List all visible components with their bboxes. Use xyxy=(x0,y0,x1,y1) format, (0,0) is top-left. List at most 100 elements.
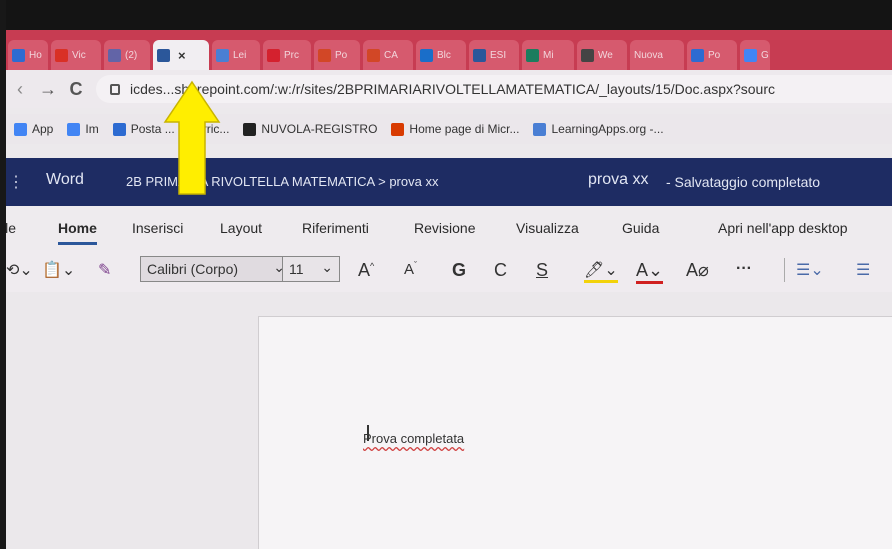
bullet-list-icon[interactable]: ☰⌄ xyxy=(796,260,824,280)
ribbon-tab[interactable]: Riferimenti xyxy=(302,220,369,236)
google-icon xyxy=(744,48,757,62)
reload-icon[interactable]: C xyxy=(62,79,90,100)
browser-tab[interactable]: × xyxy=(153,40,209,70)
tab-label: Lei xyxy=(233,49,247,61)
browser-tab[interactable]: G xyxy=(740,40,770,70)
font-size-value: 11 xyxy=(289,261,304,277)
italic-button[interactable]: C xyxy=(494,260,507,281)
ribbon-tab[interactable]: Revisione xyxy=(414,220,475,236)
browser-tab[interactable]: (2) xyxy=(104,40,150,70)
more-options-icon[interactable]: ··· xyxy=(736,260,752,278)
close-tab-icon[interactable]: × xyxy=(178,48,186,63)
cloud-icon xyxy=(243,122,257,136)
tab-label: CA xyxy=(384,49,398,61)
undo-icon[interactable]: ⟲⌄ xyxy=(6,260,33,280)
numbered-list-icon[interactable]: ☰ xyxy=(856,260,870,280)
bookmark-item[interactable]: App xyxy=(14,122,53,136)
powerpoint-icon xyxy=(318,48,331,62)
learningapps-icon xyxy=(533,122,547,136)
browser-toolbar: ‹ → C icdes...sharepoint.com/:w:/r/sites… xyxy=(6,70,892,108)
tab-label: Mi xyxy=(543,49,554,61)
teams-icon xyxy=(108,48,121,62)
word-icon xyxy=(473,48,486,62)
ribbon-tab[interactable]: Inserisci xyxy=(132,220,183,236)
ribbon-tab[interactable]: Visualizza xyxy=(516,220,579,236)
word-icon xyxy=(157,48,170,62)
app-name[interactable]: Word xyxy=(46,171,84,189)
browser-tab[interactable]: Mi xyxy=(522,40,574,70)
underline-button[interactable]: S xyxy=(536,260,548,281)
highlight-icon[interactable]: 🖊⌄ xyxy=(584,260,618,283)
browser-tab[interactable]: Po xyxy=(314,40,360,70)
bold-button[interactable]: G xyxy=(452,260,466,281)
tab-label: Blc xyxy=(437,49,451,61)
pinterest-icon xyxy=(267,48,280,62)
bookmark-item[interactable]: Im xyxy=(67,122,99,136)
word-header: ⋮ Word 2B PRIMARIA RIVOLTELLA MATEMATICA… xyxy=(6,158,892,206)
outlook-icon xyxy=(12,48,25,62)
outlook-icon xyxy=(691,48,704,62)
ribbon-tabs: ile Home Inserisci Layout Riferimenti Revisio… xyxy=(2,206,892,250)
learningapps-icon xyxy=(216,48,229,62)
tab-label: Po xyxy=(708,49,721,61)
youtube-icon xyxy=(55,48,68,62)
ribbon-tab[interactable]: Layout xyxy=(220,220,262,236)
bookmark-item[interactable]: Home page di Micr... xyxy=(391,122,519,136)
bookmark-label: Home page di Micr... xyxy=(409,122,520,136)
format-painter-icon[interactable]: ✎ xyxy=(98,260,111,280)
browser-tab[interactable]: Po xyxy=(687,40,737,70)
tab-label: We xyxy=(598,49,613,61)
powerpoint-icon xyxy=(367,48,380,62)
save-status: - Salvataggio completato xyxy=(666,174,821,190)
font-color-icon[interactable]: A⌄ xyxy=(636,260,664,284)
tab-label: ESI xyxy=(490,49,507,61)
browser-tab[interactable]: Prc xyxy=(263,40,311,70)
monitor-bezel-left xyxy=(0,0,6,549)
url-text: icdes...sharepoint.com/:w:/r/sites/2BPRI… xyxy=(130,81,776,97)
bookmark-label: App xyxy=(32,122,54,136)
onedrive-icon xyxy=(420,48,433,62)
document-body-text[interactable]: Prova completata xyxy=(363,431,464,446)
bookmark-label: Im xyxy=(85,122,99,136)
font-size-select[interactable]: 11 ⌄ xyxy=(282,256,340,282)
tab-label: Nuova xyxy=(634,49,663,61)
clipboard-icon[interactable]: 📋⌄ xyxy=(42,260,75,280)
document-title[interactable]: prova xx xyxy=(588,171,648,189)
browser-tab-strip: Ho Vic (2) × Lei Prc Po CA Blc ESI Mi We Nuova Po G xyxy=(6,30,892,70)
tab-label: Ho xyxy=(29,49,42,61)
browser-tab[interactable]: Ho xyxy=(8,40,48,70)
lock-icon xyxy=(110,83,120,95)
bookmark-label: NUVOLA-REGISTRO xyxy=(261,122,378,136)
browser-tab[interactable]: Blc xyxy=(416,40,466,70)
app-launcher-icon[interactable]: ⋮ xyxy=(8,172,24,192)
tab-label: Vic xyxy=(72,49,86,61)
tab-label: (2) xyxy=(125,49,138,61)
google-icon xyxy=(67,122,81,136)
toolbar-divider xyxy=(784,258,785,282)
shrink-font-button[interactable]: Aˇ xyxy=(404,260,417,278)
browser-tab[interactable]: Vic xyxy=(51,40,101,70)
bookmarks-bar: AppImPosta ... na Erric...NUVOLA-REGISTR… xyxy=(6,114,892,144)
we-icon xyxy=(581,48,594,62)
grow-font-button[interactable]: A^ xyxy=(358,260,374,281)
back-arrow-icon[interactable]: ‹ xyxy=(6,79,34,100)
document-page[interactable]: Prova completata xyxy=(258,316,892,549)
bookmark-item[interactable]: LearningApps.org -... xyxy=(533,122,664,136)
browser-tab[interactable]: We xyxy=(577,40,627,70)
font-name-select[interactable]: Calibri (Corpo) ⌄ xyxy=(140,256,285,282)
clear-format-icon[interactable]: A⌀ xyxy=(686,260,709,281)
tab-label: Prc xyxy=(284,49,299,61)
browser-tab[interactable]: Lei xyxy=(212,40,260,70)
ribbon-tab[interactable]: Guida xyxy=(622,220,659,236)
screen: Ho Vic (2) × Lei Prc Po CA Blc ESI Mi We Nuova Po G ‹ … xyxy=(0,0,892,549)
browser-tab[interactable]: CA xyxy=(363,40,413,70)
bookmark-item[interactable]: NUVOLA-REGISTRO xyxy=(243,122,377,136)
browser-tab[interactable]: Nuova xyxy=(630,40,684,70)
ribbon-tab[interactable]: Home xyxy=(58,220,97,245)
font-name-value: Calibri (Corpo) xyxy=(147,261,239,277)
browser-tab[interactable]: ESI xyxy=(469,40,519,70)
forms-icon xyxy=(526,48,539,62)
tab-label: G xyxy=(761,49,769,61)
forward-arrow-icon[interactable]: → xyxy=(34,79,62,100)
ribbon-tab[interactable]: Apri nell'app desktop xyxy=(718,220,848,236)
